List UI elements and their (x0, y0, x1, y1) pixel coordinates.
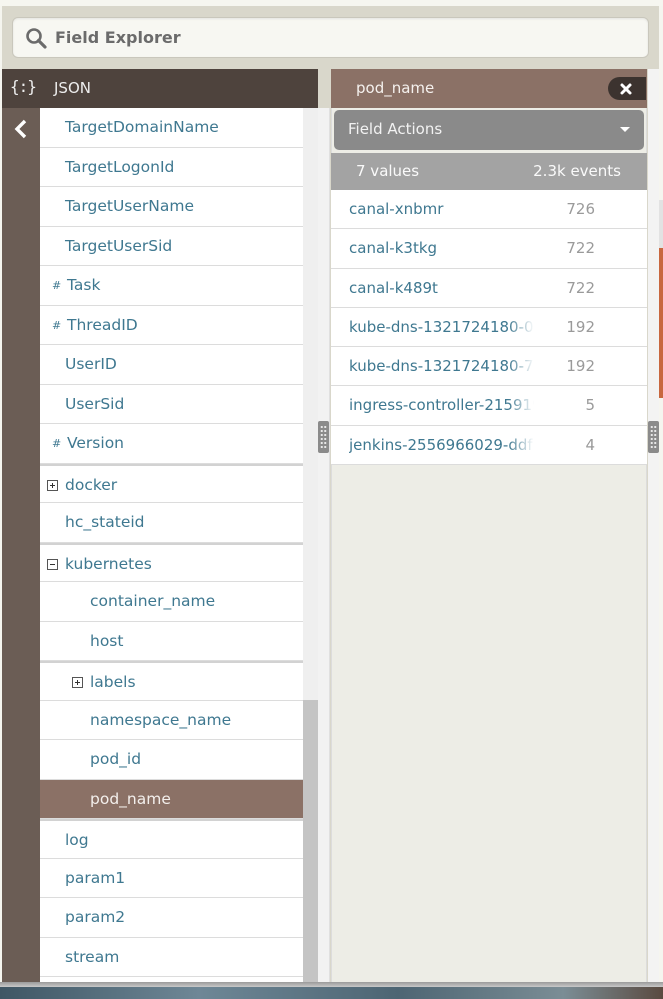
value-row[interactable]: canal-k3tkg 722 (331, 229, 647, 269)
value-name[interactable]: kube-dns-1321724180-06l (349, 318, 534, 336)
field-item-stream[interactable]: stream (40, 938, 303, 977)
number-type-icon: # (52, 437, 62, 450)
value-list: canal-xnbmr 726 canal-k3tkg 722 canal-k489t 7… (331, 190, 647, 466)
field-item-label: TargetUserName (65, 197, 195, 215)
field-item-task[interactable]: # Task (40, 266, 303, 306)
field-item-label: namespace_name (90, 710, 232, 729)
field-list: TargetDomainName TargetLogonId TargetUserN… (40, 108, 303, 982)
field-item-label: container_name (90, 592, 216, 610)
field-item-targetusersid[interactable]: TargetUserSid (40, 227, 303, 266)
value-name[interactable]: canal-k3tkg (349, 239, 534, 257)
field-item-label: TargetLogonId (65, 157, 175, 176)
collapse-icon[interactable] (47, 558, 58, 570)
background-accent-strip (659, 248, 663, 398)
field-item-label: ThreadID (67, 315, 138, 334)
field-item-label: param2 (65, 908, 126, 926)
value-row[interactable]: canal-k489t 722 (331, 269, 647, 308)
field-item-label: TargetDomainName (65, 118, 219, 136)
field-actions-label: Field Actions (348, 120, 443, 138)
json-source-header[interactable]: {:} JSON (2, 69, 318, 108)
value-count: 722 (566, 239, 595, 258)
expand-icon[interactable] (47, 479, 58, 491)
field-list-scroll-thumb[interactable] (303, 700, 318, 982)
field-item-label: UserSid (65, 394, 125, 413)
field-item-pod-id[interactable]: pod_id (40, 740, 303, 780)
field-item-targetdomainname[interactable]: TargetDomainName (40, 108, 303, 148)
field-item-docker[interactable]: docker (40, 463, 303, 503)
field-item-param2[interactable]: param2 (40, 898, 303, 938)
field-item-usersid[interactable]: UserSid (40, 385, 303, 424)
value-count: 726 (566, 200, 595, 218)
value-row[interactable]: kube-dns-1321724180-06l 192 (331, 308, 647, 348)
field-item-container-name[interactable]: container_name (40, 582, 303, 622)
field-item-param1[interactable]: param1 (40, 859, 303, 898)
splitter-grip-handle[interactable] (318, 421, 329, 453)
panel-splitter[interactable] (318, 108, 330, 982)
close-icon (620, 83, 632, 95)
value-count: 192 (566, 357, 595, 376)
field-item-version[interactable]: # Version (40, 424, 303, 464)
value-row[interactable]: jenkins-2556966029-ddfml 4 (331, 426, 647, 466)
field-item-label: param1 (65, 868, 126, 887)
field-item-label: kubernetes (65, 554, 152, 573)
field-item-label: stream (65, 947, 120, 966)
values-summary: 7 values 2.3k events (331, 153, 647, 190)
field-item-label: TargetUserSid (65, 236, 173, 255)
field-item-log[interactable]: log (40, 819, 303, 859)
value-name[interactable]: canal-xnbmr (349, 200, 534, 218)
chevron-left-icon[interactable] (13, 118, 29, 140)
right-splitter[interactable] (648, 69, 659, 982)
caret-down-icon (620, 127, 630, 132)
expand-icon[interactable] (72, 677, 83, 688)
field-item-targetusername[interactable]: TargetUserName (40, 187, 303, 227)
collapse-rail[interactable] (2, 108, 40, 982)
field-item-namespace-name[interactable]: namespace_name (40, 701, 303, 740)
field-item-label: Task (67, 276, 101, 294)
value-row[interactable]: ingress-controller-2159192311 5 (331, 386, 647, 426)
field-item-label: pod_id (90, 750, 142, 768)
field-detail-header: pod_name (331, 69, 647, 108)
value-count: 192 (566, 317, 595, 336)
values-count: 7 values (356, 162, 420, 180)
value-row[interactable]: canal-xnbmr 726 (331, 190, 647, 230)
json-source-label: JSON (54, 79, 91, 97)
value-name[interactable]: canal-k489t (349, 279, 534, 297)
field-item-label: host (90, 631, 124, 650)
field-actions-dropdown[interactable]: Field Actions (334, 110, 644, 150)
field-item-label: labels (90, 673, 136, 691)
number-type-icon: # (52, 318, 62, 332)
field-item-targetlogonid[interactable]: TargetLogonId (40, 148, 303, 187)
value-count: 722 (566, 278, 595, 297)
search-icon (26, 28, 47, 49)
number-type-icon: # (52, 279, 62, 292)
field-item-label: UserID (65, 355, 117, 373)
field-item-label: pod_name (90, 789, 171, 808)
right-splitter-grip-handle[interactable] (648, 421, 659, 453)
json-braces-icon: {:} (10, 77, 37, 96)
field-item-userid[interactable]: UserID (40, 345, 303, 385)
value-name[interactable]: ingress-controller-2159192311 (349, 396, 534, 414)
search-placeholder: Field Explorer (55, 28, 181, 47)
desktop-background (0, 987, 663, 999)
field-item-label: hc_stateid (65, 513, 145, 531)
background-panel-edge (659, 200, 663, 248)
field-detail-title: pod_name (356, 79, 435, 97)
field-item-host[interactable]: host (40, 622, 303, 661)
field-item-label: docker (65, 475, 118, 494)
field-explorer-search[interactable]: Field Explorer (12, 17, 649, 58)
field-item-label: log (65, 831, 89, 849)
field-item-labels[interactable]: labels (40, 661, 303, 701)
value-count: 5 (585, 396, 595, 415)
close-button[interactable] (608, 77, 646, 100)
field-item-kubernetes[interactable]: kubernetes (40, 542, 303, 582)
events-count: 2.3k events (533, 162, 621, 180)
value-name[interactable]: kube-dns-1321724180-7l4 (349, 357, 534, 375)
field-item-hc-stateid[interactable]: hc_stateid (40, 503, 303, 543)
field-item-threadid[interactable]: # ThreadID (40, 306, 303, 345)
value-name[interactable]: jenkins-2556966029-ddfml (349, 436, 534, 454)
field-item-label: Version (67, 434, 124, 452)
field-item-pod-name[interactable]: pod_name (40, 779, 303, 819)
value-count: 4 (585, 435, 595, 454)
value-row[interactable]: kube-dns-1321724180-7l4 192 (331, 347, 647, 387)
